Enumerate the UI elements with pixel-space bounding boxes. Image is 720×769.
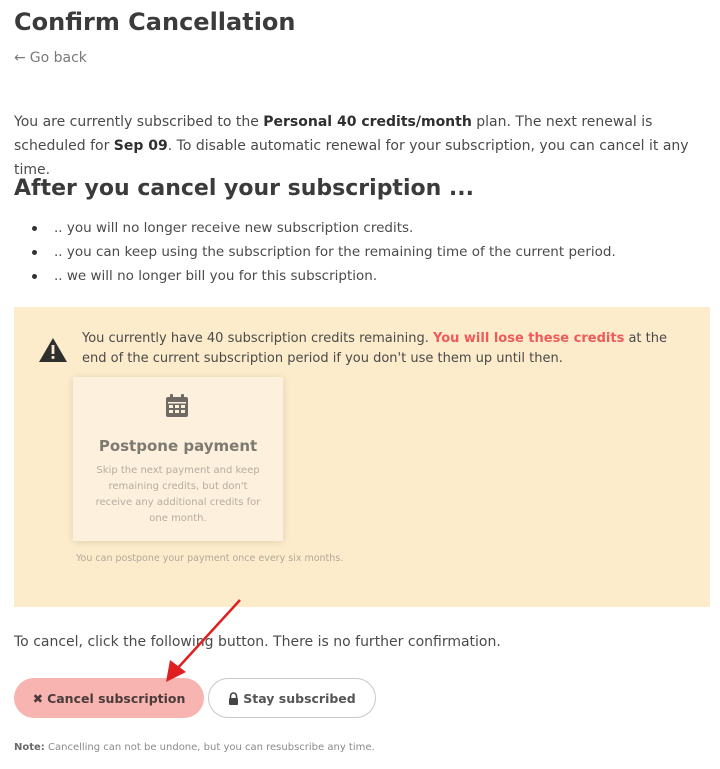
list-item: .. you will no longer receive new subscr… (32, 216, 616, 240)
postpone-note: You can postpone your payment once every… (76, 553, 344, 564)
warning-text: You currently have 40 subscription credi… (82, 329, 692, 369)
plan-name: Personal 40 credits/month (263, 114, 472, 130)
list-item: .. you can keep using the subscription f… (32, 240, 616, 264)
note-label: Note: (14, 742, 45, 753)
cancel-subscription-label: Cancel subscription (47, 690, 186, 706)
warning-text-1: You currently have 40 subscription credi… (82, 331, 433, 346)
subscription-intro: You are currently subscribed to the Pers… (14, 110, 694, 182)
stay-subscribed-label: Stay subscribed (243, 690, 356, 706)
arrow-left-icon: ← (14, 50, 26, 66)
warning-triangle-icon (38, 337, 68, 367)
cancel-instructions: To cancel, click the following button. T… (14, 634, 501, 650)
cancel-note: Note: Cancelling can not be undone, but … (14, 742, 375, 753)
postpone-payment-card[interactable]: Postpone payment Skip the next payment a… (73, 377, 283, 541)
postpone-title: Postpone payment (98, 437, 258, 455)
confirm-cancellation-page: Confirm Cancellation ← Go back You are cu… (0, 0, 720, 769)
intro-text-1: You are currently subscribed to the (14, 114, 264, 130)
list-item: .. we will no longer bill you for this s… (32, 264, 616, 288)
calendar-icon (164, 393, 190, 423)
go-back-label: Go back (29, 50, 87, 66)
after-cancel-heading: After you cancel your subscription ... (14, 176, 475, 201)
close-icon: ✖ (32, 690, 44, 706)
note-text: Cancelling can not be undone, but you ca… (44, 742, 375, 753)
lock-icon (228, 691, 239, 705)
warning-box: You currently have 40 subscription credi… (14, 307, 710, 607)
go-back-link[interactable]: ← Go back (14, 50, 87, 66)
stay-subscribed-button[interactable]: Stay subscribed (208, 678, 376, 718)
consequence-list: .. you will no longer receive new subscr… (32, 216, 616, 288)
cancel-subscription-button[interactable]: ✖ Cancel subscription (14, 678, 204, 718)
postpone-description: Skip the next payment and keep remaining… (95, 465, 261, 524)
page-title: Confirm Cancellation (14, 8, 296, 36)
warning-highlight: You will lose these credits (432, 331, 625, 346)
renewal-date: Sep 09 (113, 138, 168, 154)
